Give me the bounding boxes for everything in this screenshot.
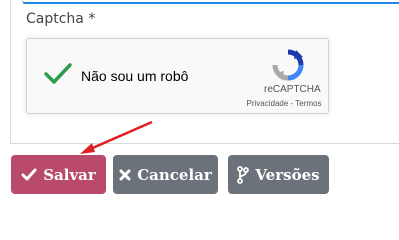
- versions-button[interactable]: Versões: [228, 155, 329, 194]
- recaptcha-logo-icon: [272, 49, 304, 85]
- versions-button-label: Versões: [255, 165, 320, 184]
- recaptcha-widget[interactable]: Não sou um robô reCAPTCHA Privacidade - …: [26, 38, 329, 114]
- save-button-label: Salvar: [43, 165, 96, 184]
- checkmark-icon[interactable]: [43, 62, 73, 90]
- x-icon: [119, 169, 131, 181]
- cancel-button-label: Cancelar: [137, 165, 212, 184]
- captcha-label: Captcha *: [26, 11, 96, 27]
- recaptcha-privacy-terms-links[interactable]: Privacidade - Termos: [239, 99, 329, 108]
- check-icon: [21, 168, 37, 182]
- save-button[interactable]: Salvar: [11, 155, 106, 194]
- recaptcha-checkbox-label: Não sou um robô: [81, 68, 189, 84]
- cancel-button[interactable]: Cancelar: [113, 155, 218, 194]
- recaptcha-brand-text: reCAPTCHA: [264, 84, 321, 95]
- previous-input-field[interactable]: [22, 0, 399, 4]
- branch-icon: [237, 165, 250, 184]
